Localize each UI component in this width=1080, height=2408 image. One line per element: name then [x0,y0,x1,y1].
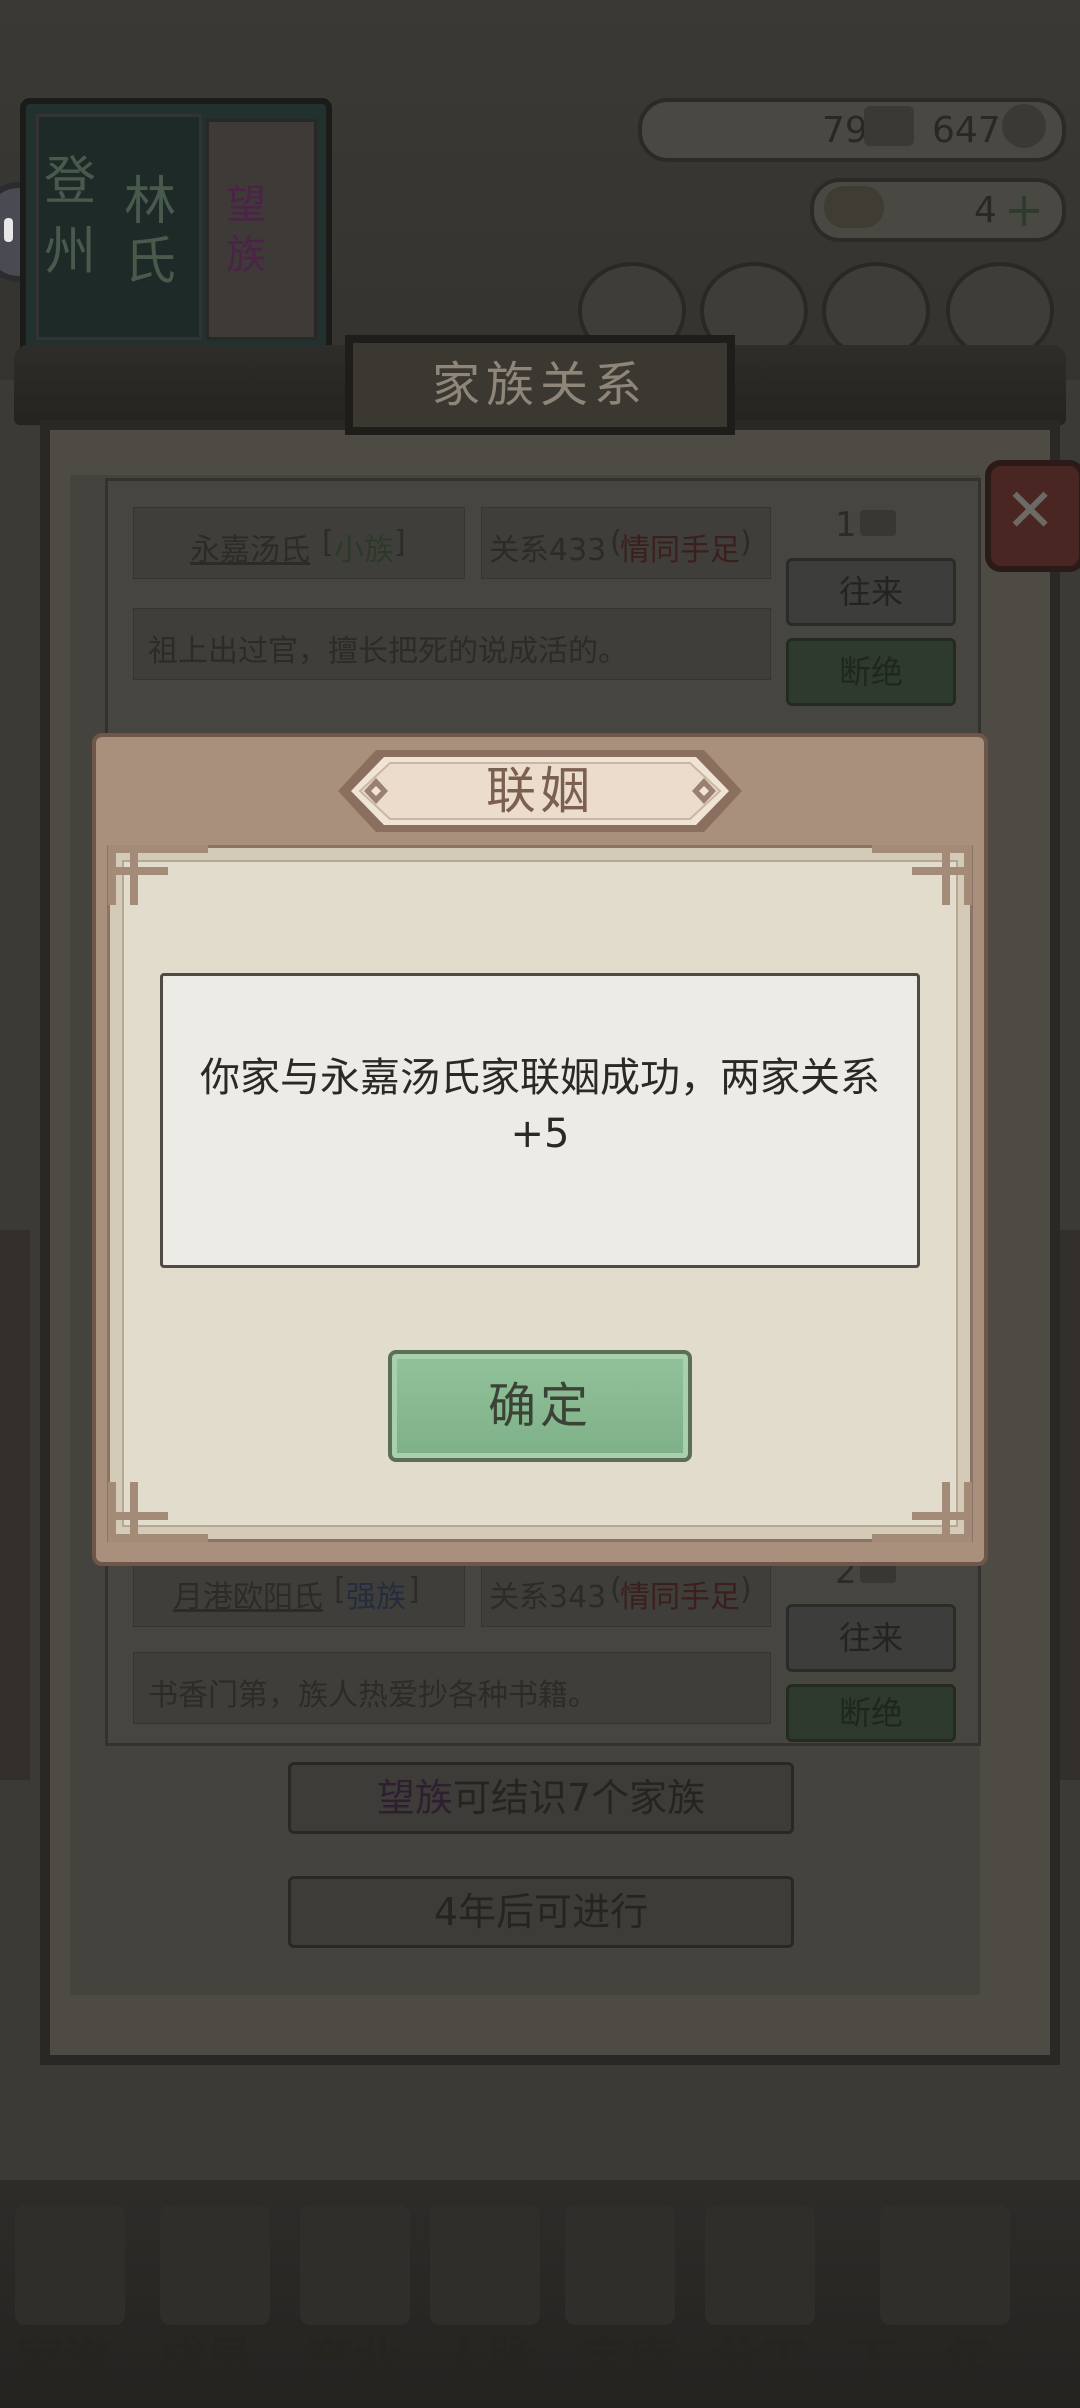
confirm-button[interactable]: 确定 [388,1350,692,1462]
add-icon[interactable]: + [1004,182,1044,238]
corner-ornament [872,845,972,905]
book-title-char: 氏 [124,232,177,292]
book-title-char: 州 [44,222,97,282]
family-book-icon[interactable]: 登 州 林 氏 望 族 [20,98,332,360]
nav-network[interactable]: 人脉 [440,2320,536,2390]
family-description: 书香门第，族人热爱抄各种书籍。 [148,1678,598,1713]
family-description: 祖上出过官，擅长把死的说成活的。 [148,634,628,669]
relation-value: 关系343 [489,1580,607,1615]
cooldown-button[interactable]: 4年后可进行 [288,1876,794,1948]
nav-industry[interactable]: 产业 [305,2320,401,2390]
division-icon [705,2205,815,2325]
break-button[interactable]: 断绝 [786,638,956,706]
family-rank: 强族 [346,1580,406,1615]
cooldown-text: 4年后可进行 [433,1890,649,1934]
member-icon [160,2205,270,2325]
stat-2-value: 647 [932,110,1001,151]
close-panel-button[interactable]: ✕ [985,460,1080,572]
resource-bar: 79 647 [638,98,1066,162]
stat-1-value: 79 [822,110,868,151]
close-icon: ✕ [1005,476,1056,546]
dialog-title: 联姻 [486,762,594,820]
book-tag-char: 望 [226,182,266,228]
panel-title: 家族关系 [431,357,648,413]
industry-icon [300,2205,410,2325]
clan-rank-highlight: 望族 [376,1776,453,1820]
network-icon [430,2205,540,2325]
nav-genealogy[interactable]: 家谱 [16,2320,112,2390]
relation-value: 关系433 [489,533,607,568]
dialog-message: 你家与永嘉汤氏家联姻成功，两家关系+5 [200,1055,880,1157]
panel-title-sign: 家族关系 [345,335,735,435]
visit-button[interactable]: 往来 [786,558,956,626]
corner-ornament [108,1482,208,1542]
book-title-char: 林 [124,172,177,232]
corner-ornament [108,845,208,905]
confirm-label: 确定 [487,1378,592,1434]
nav-members[interactable]: 成员 [158,2320,254,2390]
book-title-char: 登 [44,152,97,212]
book-tag-char: 族 [226,232,266,278]
family-name[interactable]: 永嘉汤氏 [190,525,310,569]
relation-status: 情同手足 [620,533,740,568]
next-year-icon [880,2205,1010,2325]
ticket-icon [860,510,896,536]
gold-ingot-icon [824,186,884,228]
clan-capacity-info: 望族可结识7个家族 [288,1762,794,1834]
marriage-count: 1 [835,505,857,545]
break-button[interactable]: 断绝 [786,1684,956,1742]
visit-button[interactable]: 往来 [786,1604,956,1672]
nav-next-year[interactable]: 下一年 [848,2320,992,2390]
gold-bar: 4 + [810,178,1066,242]
clan-capacity-text: 可结识7个家族 [452,1776,706,1820]
treasury-icon [565,2205,675,2325]
family-name[interactable]: 月港欧阳氏 [173,1572,323,1616]
genealogy-icon [15,2205,125,2325]
family-rank: 小族 [334,533,394,568]
nav-division[interactable]: 分工 [712,2320,808,2390]
nav-treasury[interactable]: 宝库 [580,2320,676,2390]
relation-status: 情同手足 [620,1580,740,1615]
gold-value: 4 [974,190,997,231]
ticket-icon [864,106,914,146]
coin-icon [1002,104,1046,148]
corner-ornament [872,1482,972,1542]
